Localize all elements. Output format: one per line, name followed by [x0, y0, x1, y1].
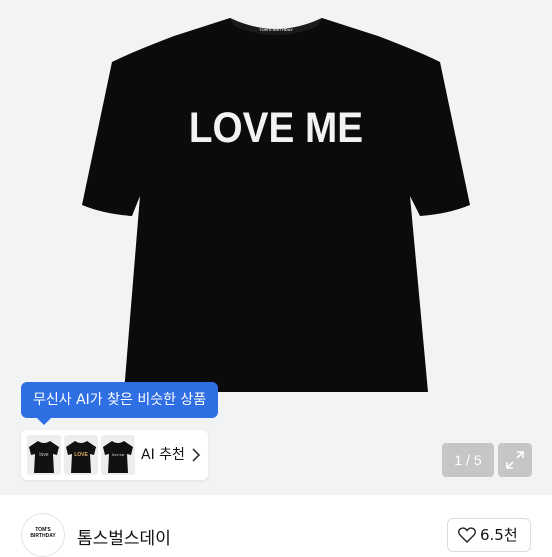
ai-recommend-tooltip: 무신사 AI가 찾은 비슷한 상품: [21, 382, 219, 425]
brand-bar: TOM'S BIRTHDAY 톰스벌스데이 6.5천: [0, 495, 552, 557]
like-button[interactable]: 6.5천: [447, 518, 531, 552]
tshirt-print-text: LOVE ME: [188, 104, 364, 152]
like-count: 6.5천: [480, 526, 518, 544]
ai-recommend-button[interactable]: love LOVE love me AI 추천: [21, 430, 208, 480]
brand-name[interactable]: 톰스벌스데이: [77, 524, 171, 549]
image-counter: 1 / 5: [442, 443, 494, 477]
neck-label: TOM'S BIRTHDAY: [259, 27, 293, 32]
similar-product-thumb: love: [27, 435, 61, 475]
product-tshirt-image: [82, 18, 470, 392]
ai-recommend-label: AI 추천: [141, 447, 185, 463]
brand-logo[interactable]: TOM'S BIRTHDAY: [21, 513, 65, 557]
heart-outline-icon: [458, 527, 476, 543]
similar-product-thumb: LOVE: [64, 435, 98, 475]
similar-product-thumb: love me: [101, 435, 135, 475]
expand-icon: [506, 451, 524, 469]
chevron-right-icon: [192, 448, 201, 462]
product-image-gallery[interactable]: TOM'S BIRTHDAY LOVE ME 무신사 AI가 찾은 비슷한 상품…: [0, 0, 552, 495]
expand-button[interactable]: [498, 443, 532, 477]
